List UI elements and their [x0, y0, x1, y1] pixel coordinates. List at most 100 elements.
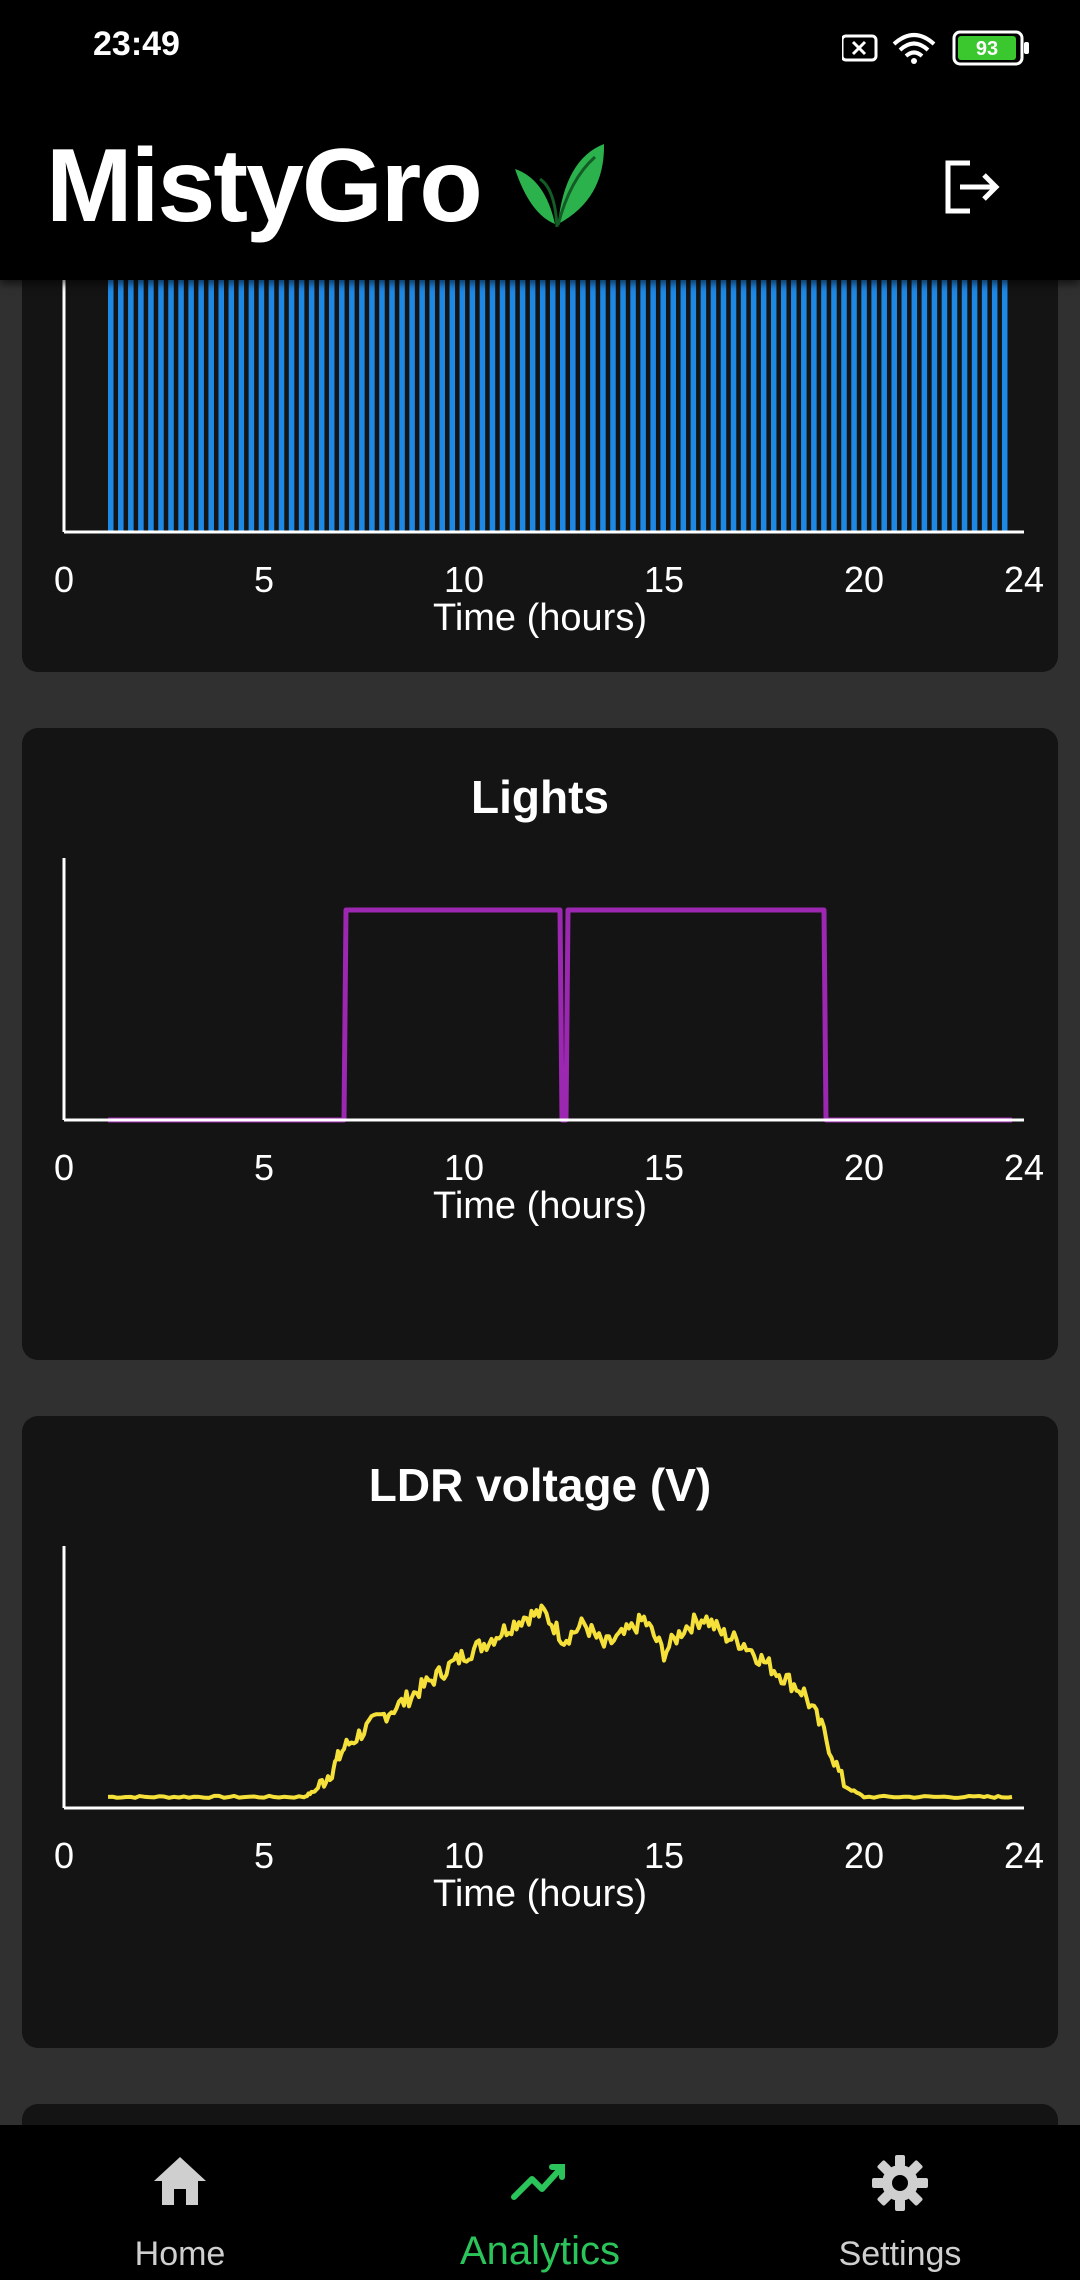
pump-pulse-bar [921, 280, 928, 532]
pump-pulse-bar [429, 280, 435, 532]
pump-pulse-bar [851, 280, 857, 532]
pump-pulse-bar [509, 280, 516, 532]
x-tick-label: 0 [54, 1835, 74, 1876]
pump-pulse-bar [560, 280, 566, 532]
nav-item-home[interactable]: Home [0, 2125, 360, 2280]
pump-pulse-bar [469, 280, 476, 532]
pump-pulse-bar [821, 280, 827, 532]
x-tick-label: 10 [444, 1835, 484, 1876]
notification-muted-icon [842, 34, 878, 62]
pump-pulse-bar [861, 280, 867, 532]
x-tick-label: 24 [1004, 1147, 1044, 1188]
pump-pulse-bar [901, 280, 908, 532]
chart-pump: 0 5 10 15 20 24 Time (hours) [54, 280, 1044, 639]
pump-pulse-bar [580, 280, 586, 532]
pump-pulse-bar [539, 280, 546, 532]
pump-pulse-bar [399, 280, 405, 532]
logout-icon[interactable] [940, 155, 1004, 219]
pump-pulse-bar [841, 280, 847, 532]
x-tick-label: 5 [254, 1835, 274, 1876]
battery-level: 93 [976, 38, 998, 60]
pump-pulse-bar [318, 280, 325, 532]
pump-pulse-bar [1001, 280, 1008, 532]
x-tick-label: 0 [54, 1147, 74, 1188]
pump-pulse-bar [449, 280, 456, 532]
pump-pulse-bar [128, 280, 134, 532]
battery-icon: 93 [952, 30, 1029, 66]
pump-pulse-bar [258, 280, 265, 532]
pump-pulse-bar [489, 280, 496, 532]
pump-pulse-bar [961, 280, 968, 532]
x-tick-label: 15 [644, 1147, 684, 1188]
pump-pulse-bar [710, 280, 717, 532]
pump-pulse-bar [931, 280, 938, 532]
pump-pulse-bar [620, 280, 626, 532]
analytics-content[interactable]: 0 5 10 15 20 24 Time (hours) Lights 0 5 10 15 20 24… [0, 280, 1080, 2125]
nav-label: Analytics [459, 2229, 621, 2273]
pump-pulse-bar [108, 280, 114, 532]
pump-pulse-bar [570, 280, 576, 532]
pump-pulse-bar [690, 280, 697, 532]
x-axis-label: Time (hours) [433, 597, 647, 639]
pump-pulse-bar [198, 280, 204, 532]
pump-pulse-bar [359, 280, 365, 532]
pump-pulse-bar [529, 280, 536, 532]
chart-card-next [22, 2104, 1058, 2125]
pump-pulse-bar [439, 280, 445, 532]
pump-pulse-bar [118, 280, 124, 532]
x-tick-label: 0 [54, 559, 74, 600]
pump-pulse-bar [610, 280, 616, 532]
pump-pulse-bar [379, 280, 385, 532]
pump-pulse-bar [519, 280, 526, 532]
pump-pulse-bar [750, 280, 757, 532]
pump-pulse-bar [770, 280, 777, 532]
nav-label: Settings [838, 2235, 962, 2273]
analytics-icon [511, 2164, 565, 2200]
pump-pulse-bar [339, 280, 345, 532]
nav-item-analytics[interactable]: Analytics [360, 2125, 720, 2280]
pump-pulse-bar [288, 280, 295, 532]
pump-pulse-bar [640, 280, 646, 532]
chart-ldr: 0 5 10 15 20 24 Time (hours) [54, 1546, 1044, 1915]
pump-pulse-bar [700, 280, 707, 532]
pump-pulse-bar [811, 280, 817, 532]
pump-pulse-bar [218, 280, 225, 532]
pump-pulse-bar [208, 280, 214, 532]
lights-series-line [108, 907, 1012, 1123]
status-time: 23:49 [93, 25, 180, 63]
pump-pulse-bar [479, 280, 486, 532]
x-tick-label: 24 [1004, 559, 1044, 600]
pump-pulse-bar [459, 280, 466, 532]
pump-pulse-bar [630, 280, 636, 532]
leaf-logo-icon [515, 144, 605, 228]
pump-pulse-bar [730, 280, 737, 532]
pump-pulse-bar [499, 280, 506, 532]
pump-pulse-bar [158, 280, 164, 532]
pump-pulse-bar [549, 280, 556, 532]
pump-pulse-bar [801, 280, 807, 532]
pump-pulse-bar [409, 280, 415, 532]
chart-card-ldr: LDR voltage (V) 0 5 10 15 20 24 Time (hours) [22, 1416, 1058, 2048]
nav-item-settings[interactable]: Settings [720, 2125, 1080, 2280]
pump-pulse-bar [720, 280, 727, 532]
pump-pulse-bar [298, 280, 305, 532]
pump-pulse-bar [981, 280, 988, 532]
x-tick-label: 5 [254, 1147, 274, 1188]
x-tick-label: 20 [844, 559, 884, 600]
app-title: MistyGro [46, 128, 483, 244]
pump-pulse-bar [791, 280, 797, 532]
pump-pulse-bar [328, 280, 335, 532]
x-tick-label: 20 [844, 1147, 884, 1188]
pump-pulse-bar [670, 280, 677, 532]
pump-pulse-bar [740, 280, 747, 532]
pump-pulse-bar [188, 280, 194, 532]
chart-card-lights: Lights 0 5 10 15 20 24 Time (hours) [22, 728, 1058, 1360]
nav-label: Home [134, 2235, 226, 2273]
pump-pulse-bar [971, 280, 978, 532]
pump-pulse-bar [951, 280, 958, 532]
chart-lights: 0 5 10 15 20 24 Time (hours) [54, 858, 1044, 1227]
status-bar: 23:49 93 [0, 0, 1080, 95]
home-icon [154, 2157, 206, 2205]
x-axis-label: Time (hours) [433, 1873, 647, 1915]
pump-pulse-bar [278, 280, 285, 532]
